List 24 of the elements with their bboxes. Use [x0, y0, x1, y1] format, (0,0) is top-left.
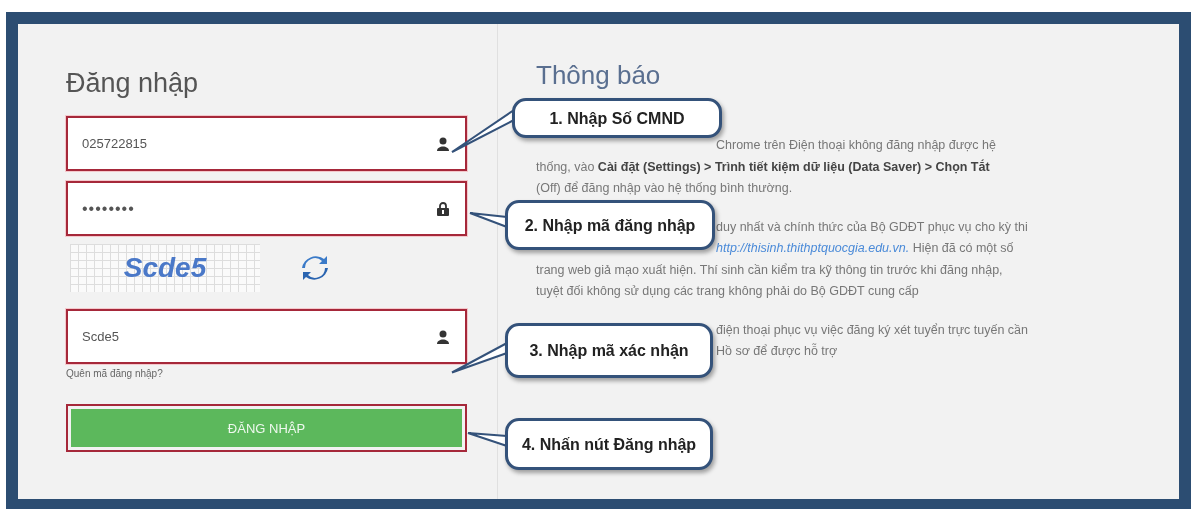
notice-text: Hồ sơ để được hỗ trợ: [716, 342, 838, 360]
notice-text: điện thoại phục vụ việc đăng ký xét tuyển trực tuyến cần: [716, 321, 1029, 339]
callout: 2. Nhập mã đăng nhập: [505, 200, 715, 250]
leader-line: [452, 341, 507, 373]
notice-text: duy nhất và chính thức của Bộ GDĐT phục vụ cho kỳ thi: [716, 218, 1028, 236]
notice-title: Thông báo: [536, 60, 661, 91]
user-icon: [437, 329, 449, 344]
callout: 4. Nhấn nút Đăng nhập: [505, 418, 713, 470]
lock-icon: [437, 201, 449, 216]
leader-line: [470, 212, 507, 228]
notice-text: (Off) để đăng nhập vào hệ thống bình thường.: [536, 180, 793, 197]
input-field[interactable]: ••••••••: [66, 181, 467, 236]
forgot-password-link[interactable]: Quên mã đăng nhập?: [66, 368, 163, 379]
notice-text: thống, vào Cài đặt (Settings) > Trình tiết kiệm dữ liệu (Data Saver) > Chọn Tắt: [536, 158, 990, 176]
notice-text: Chrome trên Điện thoại không đăng nhập được hệ: [716, 137, 996, 154]
input-field[interactable]: Scde5: [66, 309, 467, 364]
captcha-image: Scde5: [70, 243, 260, 292]
notice-text: http://thisinh.thithptquocgia.edu.vn. Hiện đã có một số: [716, 240, 1014, 257]
user-icon: [437, 136, 449, 151]
leader-line: [468, 432, 507, 447]
notice-text: trang web giả mạo xuất hiện. Thí sinh cần kiểm tra kỹ thông tin trước khi đăng nhập,: [536, 261, 1003, 279]
login-title: Đăng nhập: [66, 68, 199, 99]
notice-text: tuyệt đối không sử dụng các trang không phải do Bộ GDĐT cung cấp: [536, 283, 919, 300]
leader-line: [452, 109, 514, 153]
